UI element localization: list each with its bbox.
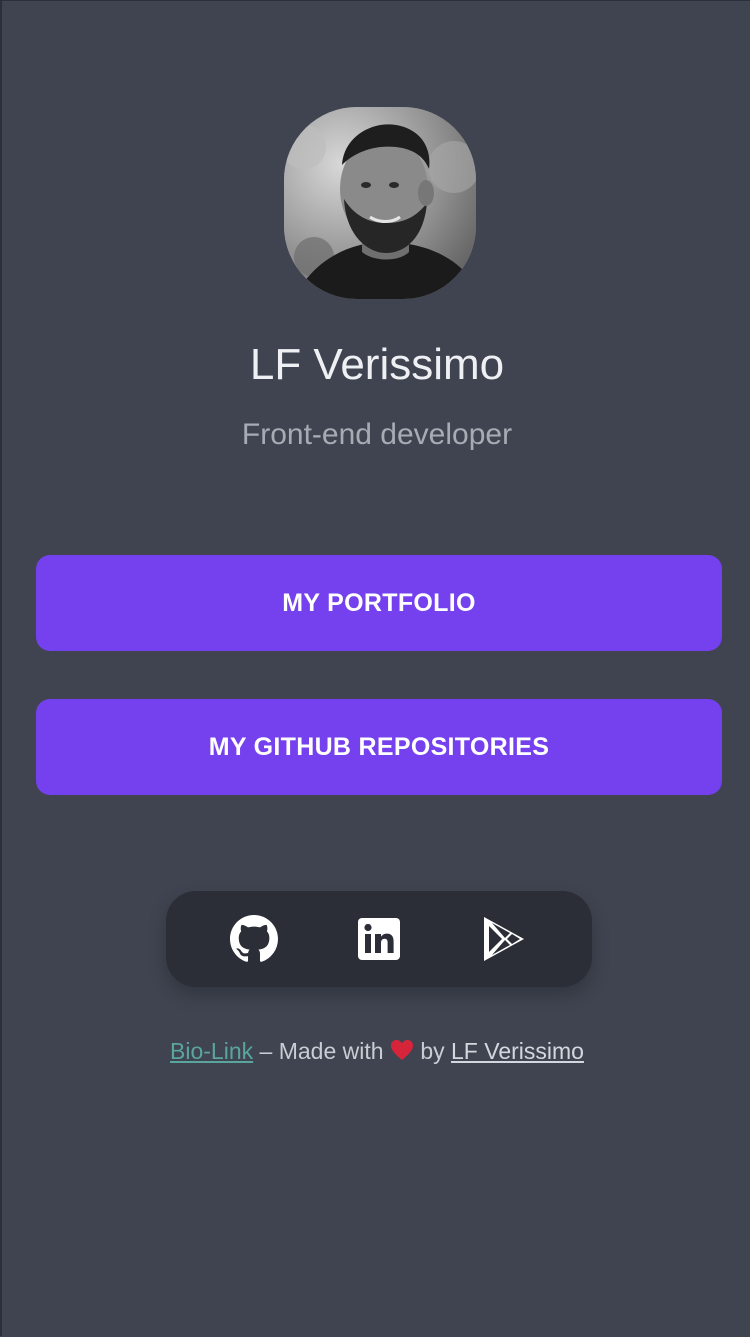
portfolio-button[interactable]: MY PORTFOLIO bbox=[36, 555, 722, 651]
github-repositories-button[interactable]: MY GITHUB REPOSITORIES bbox=[36, 699, 722, 795]
heart-icon bbox=[390, 1039, 414, 1061]
footer-made-with-text: – Made with bbox=[253, 1038, 390, 1064]
author-link[interactable]: LF Verissimo bbox=[451, 1038, 584, 1064]
profile-role: Front-end developer bbox=[241, 418, 513, 451]
github-link[interactable] bbox=[230, 915, 278, 963]
footer: Bio-Link – Made with by LF Verissimo bbox=[2, 1034, 750, 1068]
avatar bbox=[284, 107, 476, 299]
bio-link-page: LF Verissimo Front-end developer MY PORT… bbox=[2, 1, 750, 1337]
linkedin-link[interactable] bbox=[355, 915, 403, 963]
social-links-bar bbox=[166, 891, 592, 987]
profile-name: LF Verissimo bbox=[249, 340, 505, 389]
avatar-photo bbox=[284, 107, 476, 299]
bio-link-link[interactable]: Bio-Link bbox=[170, 1038, 253, 1064]
linkedin-icon bbox=[358, 918, 400, 960]
github-icon bbox=[230, 915, 278, 962]
footer-by-text: by bbox=[413, 1038, 452, 1064]
google-play-icon bbox=[484, 917, 524, 961]
google-play-link[interactable] bbox=[480, 915, 528, 963]
